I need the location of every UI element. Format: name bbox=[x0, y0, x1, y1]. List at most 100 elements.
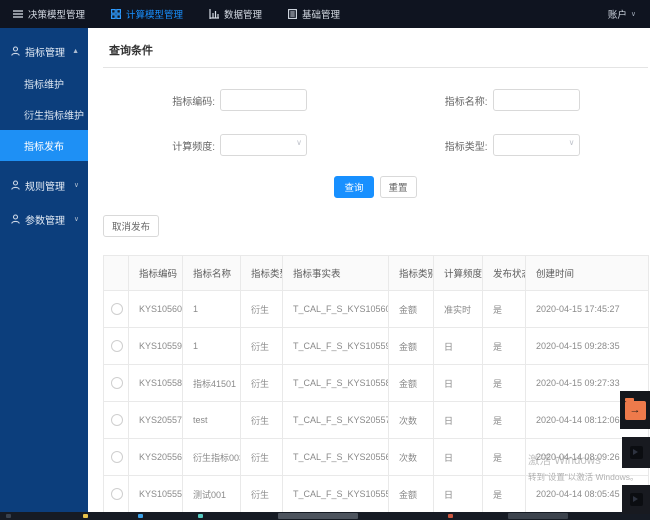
table-cell: 日 bbox=[434, 402, 483, 439]
table-cell: 1 bbox=[183, 291, 241, 328]
radio-cell[interactable] bbox=[104, 365, 129, 402]
row-radio[interactable] bbox=[111, 414, 123, 426]
taskbar-icon[interactable] bbox=[448, 514, 453, 518]
divider bbox=[103, 67, 648, 68]
sidebar: 指标管理 ▲ 指标维护 衍生指标维护 指标发布 规则管理 ∨ 参数管理 ∨ bbox=[0, 28, 88, 512]
sidebar-group-param-mgmt[interactable]: 参数管理 ∨ bbox=[0, 202, 88, 236]
form-buttons: 查询 重置 bbox=[103, 176, 648, 198]
table-cell: 次数 bbox=[389, 439, 434, 476]
column-header: 发布状态 bbox=[483, 256, 526, 291]
main-content: 查询条件 指标编码: 指标名称: 计算频度: bbox=[88, 28, 650, 512]
taskbar-icon[interactable] bbox=[508, 513, 568, 519]
table-cell: 2020-04-15 09:28:35 bbox=[526, 328, 649, 365]
table-cell: KYS10560 bbox=[129, 291, 183, 328]
table-cell: 次数 bbox=[389, 402, 434, 439]
nav-item-compute-model[interactable]: 计算模型管理 bbox=[98, 0, 196, 28]
sidebar-item-derived-indicator-maintain[interactable]: 衍生指标维护 bbox=[0, 99, 88, 130]
table-cell: 金额 bbox=[389, 476, 434, 513]
widget-app-icon bbox=[630, 446, 643, 459]
nav-item-label: 基础管理 bbox=[302, 7, 340, 21]
row-radio[interactable] bbox=[111, 340, 123, 352]
table-cell: 准实时 bbox=[434, 291, 483, 328]
radio-cell[interactable] bbox=[104, 439, 129, 476]
cancel-publish-button[interactable]: 取消发布 bbox=[103, 215, 159, 237]
radio-cell[interactable] bbox=[104, 328, 129, 365]
table-cell: KYS20557 bbox=[129, 402, 183, 439]
table-cell: KYS10559 bbox=[129, 328, 183, 365]
table-cell: 1 bbox=[183, 328, 241, 365]
sidebar-item-indicator-maintain[interactable]: 指标维护 bbox=[0, 68, 88, 99]
sidebar-item-label: 指标维护 bbox=[24, 76, 64, 91]
table-row: KYS10558指标41501衍生T_CAL_F_S_KYS10558_D金额日… bbox=[104, 365, 649, 402]
table-cell: T_CAL_F_S_KYS10559_D bbox=[283, 328, 389, 365]
table-cell: 衍生 bbox=[241, 439, 283, 476]
table-cell: 金额 bbox=[389, 365, 434, 402]
row-radio[interactable] bbox=[111, 488, 123, 500]
table-cell: 金额 bbox=[389, 291, 434, 328]
sidebar-item-indicator-publish[interactable]: 指标发布 bbox=[0, 130, 88, 161]
sidebar-group-label: 规则管理 bbox=[25, 178, 74, 193]
row-radio[interactable] bbox=[111, 303, 123, 315]
screen-widget-open-button[interactable]: → bbox=[620, 391, 650, 429]
taskbar-icon[interactable] bbox=[198, 514, 203, 518]
search-button[interactable]: 查询 bbox=[334, 176, 373, 198]
sidebar-group-label: 指标管理 bbox=[25, 44, 72, 59]
row-radio[interactable] bbox=[111, 377, 123, 389]
table-cell: T_CAL_F_S_KYS20556_D bbox=[283, 439, 389, 476]
table-header-row: 指标编码 指标名称 指标类型 指标事实表 指标类别 计算频度 发布状态 创建时间 bbox=[104, 256, 649, 291]
sidebar-group-indicator-mgmt[interactable]: 指标管理 ▲ bbox=[0, 34, 88, 68]
calc-frequency-label: 计算频度: bbox=[103, 138, 220, 153]
indicator-type-select[interactable] bbox=[493, 134, 580, 156]
bar-chart-icon bbox=[209, 9, 219, 19]
chevron-up-icon: ▲ bbox=[72, 48, 79, 55]
sidebar-group-rule-mgmt[interactable]: 规则管理 ∨ bbox=[0, 168, 88, 202]
indicator-code-input[interactable] bbox=[220, 89, 307, 111]
table-row: KYS105601衍生T_CAL_F_S_KYS10560_R金额准实时是202… bbox=[104, 291, 649, 328]
radio-cell[interactable] bbox=[104, 402, 129, 439]
radio-cell[interactable] bbox=[104, 291, 129, 328]
person-icon bbox=[11, 180, 20, 190]
screen-widget-button[interactable] bbox=[622, 485, 650, 514]
query-section-title: 查询条件 bbox=[109, 42, 650, 58]
account-label: 账户 bbox=[608, 7, 627, 21]
results-table-wrap: 指标编码 指标名称 指标类型 指标事实表 指标类别 计算频度 发布状态 创建时间… bbox=[103, 255, 649, 512]
account-menu[interactable]: 账户 ∨ bbox=[594, 7, 650, 21]
person-icon bbox=[11, 214, 20, 224]
table-cell: 衍生 bbox=[241, 328, 283, 365]
table-cell: 衍生 bbox=[241, 365, 283, 402]
windows-taskbar[interactable] bbox=[0, 512, 650, 520]
nav-item-data-mgmt[interactable]: 数据管理 bbox=[196, 0, 275, 28]
reset-button[interactable]: 重置 bbox=[380, 176, 417, 198]
row-radio[interactable] bbox=[111, 451, 123, 463]
chevron-down-icon: ∨ bbox=[74, 181, 79, 189]
taskbar-icon[interactable] bbox=[83, 514, 88, 518]
nav-item-label: 计算模型管理 bbox=[126, 7, 183, 21]
table-cell: 是 bbox=[483, 402, 526, 439]
table-row: KYS10555测试001衍生T_CAL_F_S_KYS10555_D金额日是2… bbox=[104, 476, 649, 513]
sidebar-item-label: 衍生指标维护 bbox=[24, 107, 84, 122]
app-screen: 决策模型管理 计算模型管理 数据管理 基础管理 账户 ∨ 指标管理 ▲ 指标维护 bbox=[0, 0, 650, 520]
table-cell: T_CAL_F_S_KYS20557_D bbox=[283, 402, 389, 439]
folder-arrow-icon: → bbox=[625, 401, 646, 420]
person-icon bbox=[11, 46, 20, 56]
table-cell: 是 bbox=[483, 365, 526, 402]
table-body: KYS105601衍生T_CAL_F_S_KYS10560_R金额准实时是202… bbox=[104, 291, 649, 513]
nav-item-decision-model[interactable]: 决策模型管理 bbox=[0, 0, 98, 28]
column-header: 指标编码 bbox=[129, 256, 183, 291]
calc-frequency-select[interactable] bbox=[220, 134, 307, 156]
screen-widget-button[interactable] bbox=[622, 437, 650, 468]
table-cell: 衍生指标003 bbox=[183, 439, 241, 476]
menu-list-icon bbox=[13, 9, 23, 19]
taskbar-icon[interactable] bbox=[278, 513, 358, 519]
nav-item-base-mgmt[interactable]: 基础管理 bbox=[275, 0, 353, 28]
indicator-name-input[interactable] bbox=[493, 89, 580, 111]
table-cell: 衍生 bbox=[241, 291, 283, 328]
column-header: 指标类别 bbox=[389, 256, 434, 291]
table-cell: 日 bbox=[434, 328, 483, 365]
chevron-down-icon: ∨ bbox=[631, 10, 636, 18]
table-row: KYS20557test衍生T_CAL_F_S_KYS20557_D次数日是20… bbox=[104, 402, 649, 439]
taskbar-icon[interactable] bbox=[6, 514, 11, 518]
table-cell: KYS20556 bbox=[129, 439, 183, 476]
taskbar-icon[interactable] bbox=[138, 514, 143, 518]
radio-cell[interactable] bbox=[104, 476, 129, 513]
